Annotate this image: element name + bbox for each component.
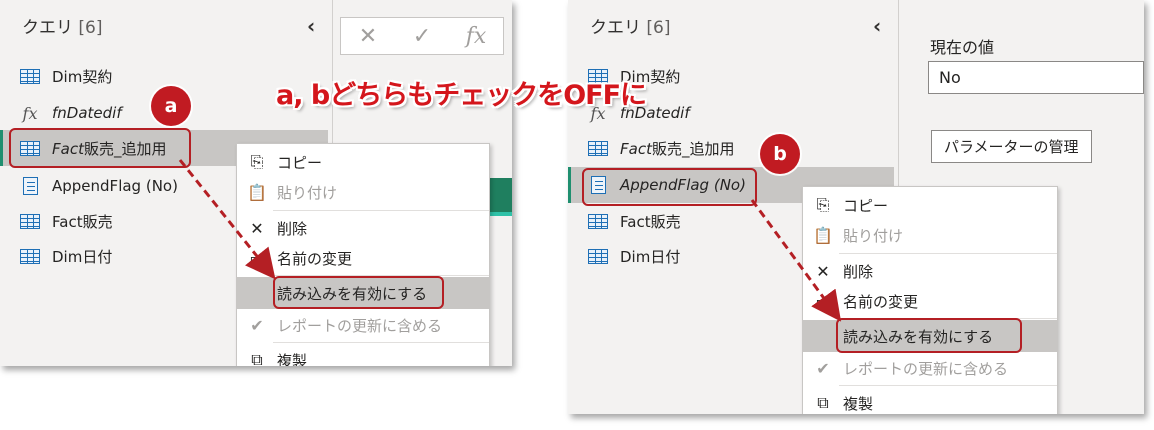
arrow-a-to-enable-load (178, 159, 276, 280)
badge-a: a (151, 86, 191, 126)
arrow-b-to-enable-load (750, 199, 842, 322)
annotation-arrows (178, 159, 842, 322)
badge-b: b (760, 134, 800, 174)
annotation-instruction: a, bどちらもチェックをOFFに (276, 80, 647, 111)
